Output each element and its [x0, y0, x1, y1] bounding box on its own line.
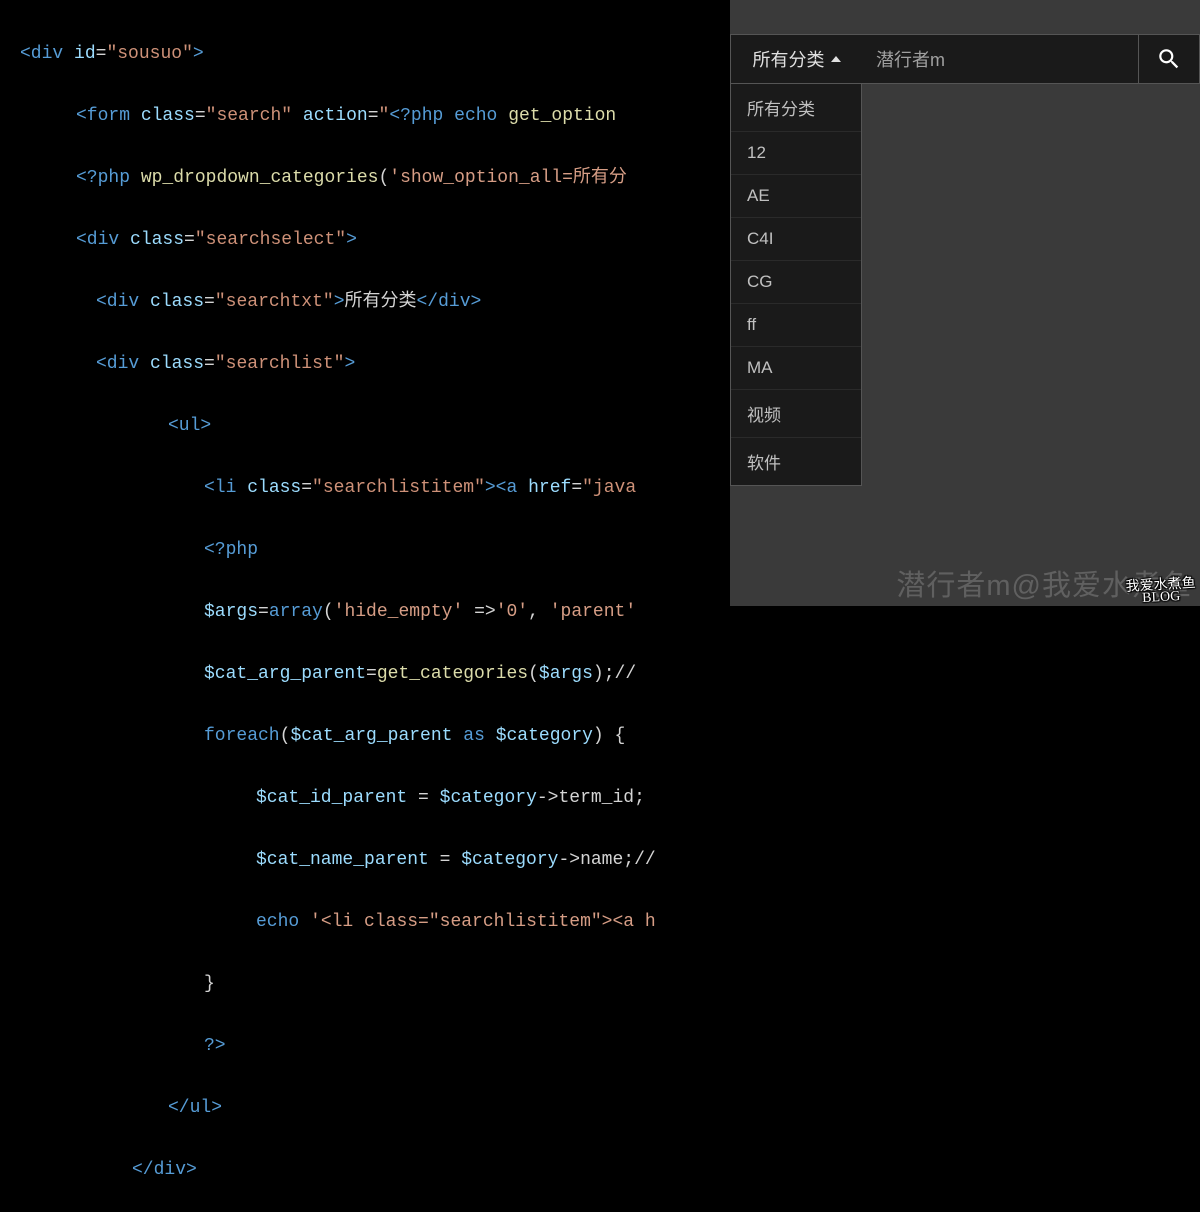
dropdown-item[interactable]: 所有分类	[731, 84, 861, 131]
dropdown-item[interactable]: MA	[731, 346, 861, 389]
caret-up-icon	[831, 56, 841, 62]
code-editor[interactable]: <div id="sousuo"> <form class="search" a…	[0, 0, 730, 606]
dropdown-item[interactable]: 视频	[731, 389, 861, 437]
dropdown-item[interactable]: 12	[731, 131, 861, 174]
category-dropdown: 所有分类 12 AE C4I CG ff MA 视频 软件	[730, 84, 862, 486]
search-button[interactable]	[1138, 34, 1200, 84]
dropdown-item[interactable]: C4I	[731, 217, 861, 260]
dropdown-item[interactable]: ff	[731, 303, 861, 346]
category-select-button[interactable]: 所有分类	[730, 34, 862, 84]
search-icon	[1156, 46, 1182, 72]
category-select-label: 所有分类	[753, 46, 825, 72]
dropdown-item[interactable]: 软件	[731, 437, 861, 485]
search-input-value: 潜行者m	[876, 46, 945, 72]
search-input[interactable]: 潜行者m	[862, 34, 1138, 84]
dropdown-item[interactable]: AE	[731, 174, 861, 217]
preview-panel: 所有分类 潜行者m 所有分类 12 AE C4I CG ff MA 视频 软件 …	[730, 0, 1200, 606]
search-bar: 所有分类 潜行者m	[730, 34, 1200, 84]
dropdown-item[interactable]: CG	[731, 260, 861, 303]
blog-stamp: 我爱水煮鱼 BLOG	[1125, 578, 1196, 606]
